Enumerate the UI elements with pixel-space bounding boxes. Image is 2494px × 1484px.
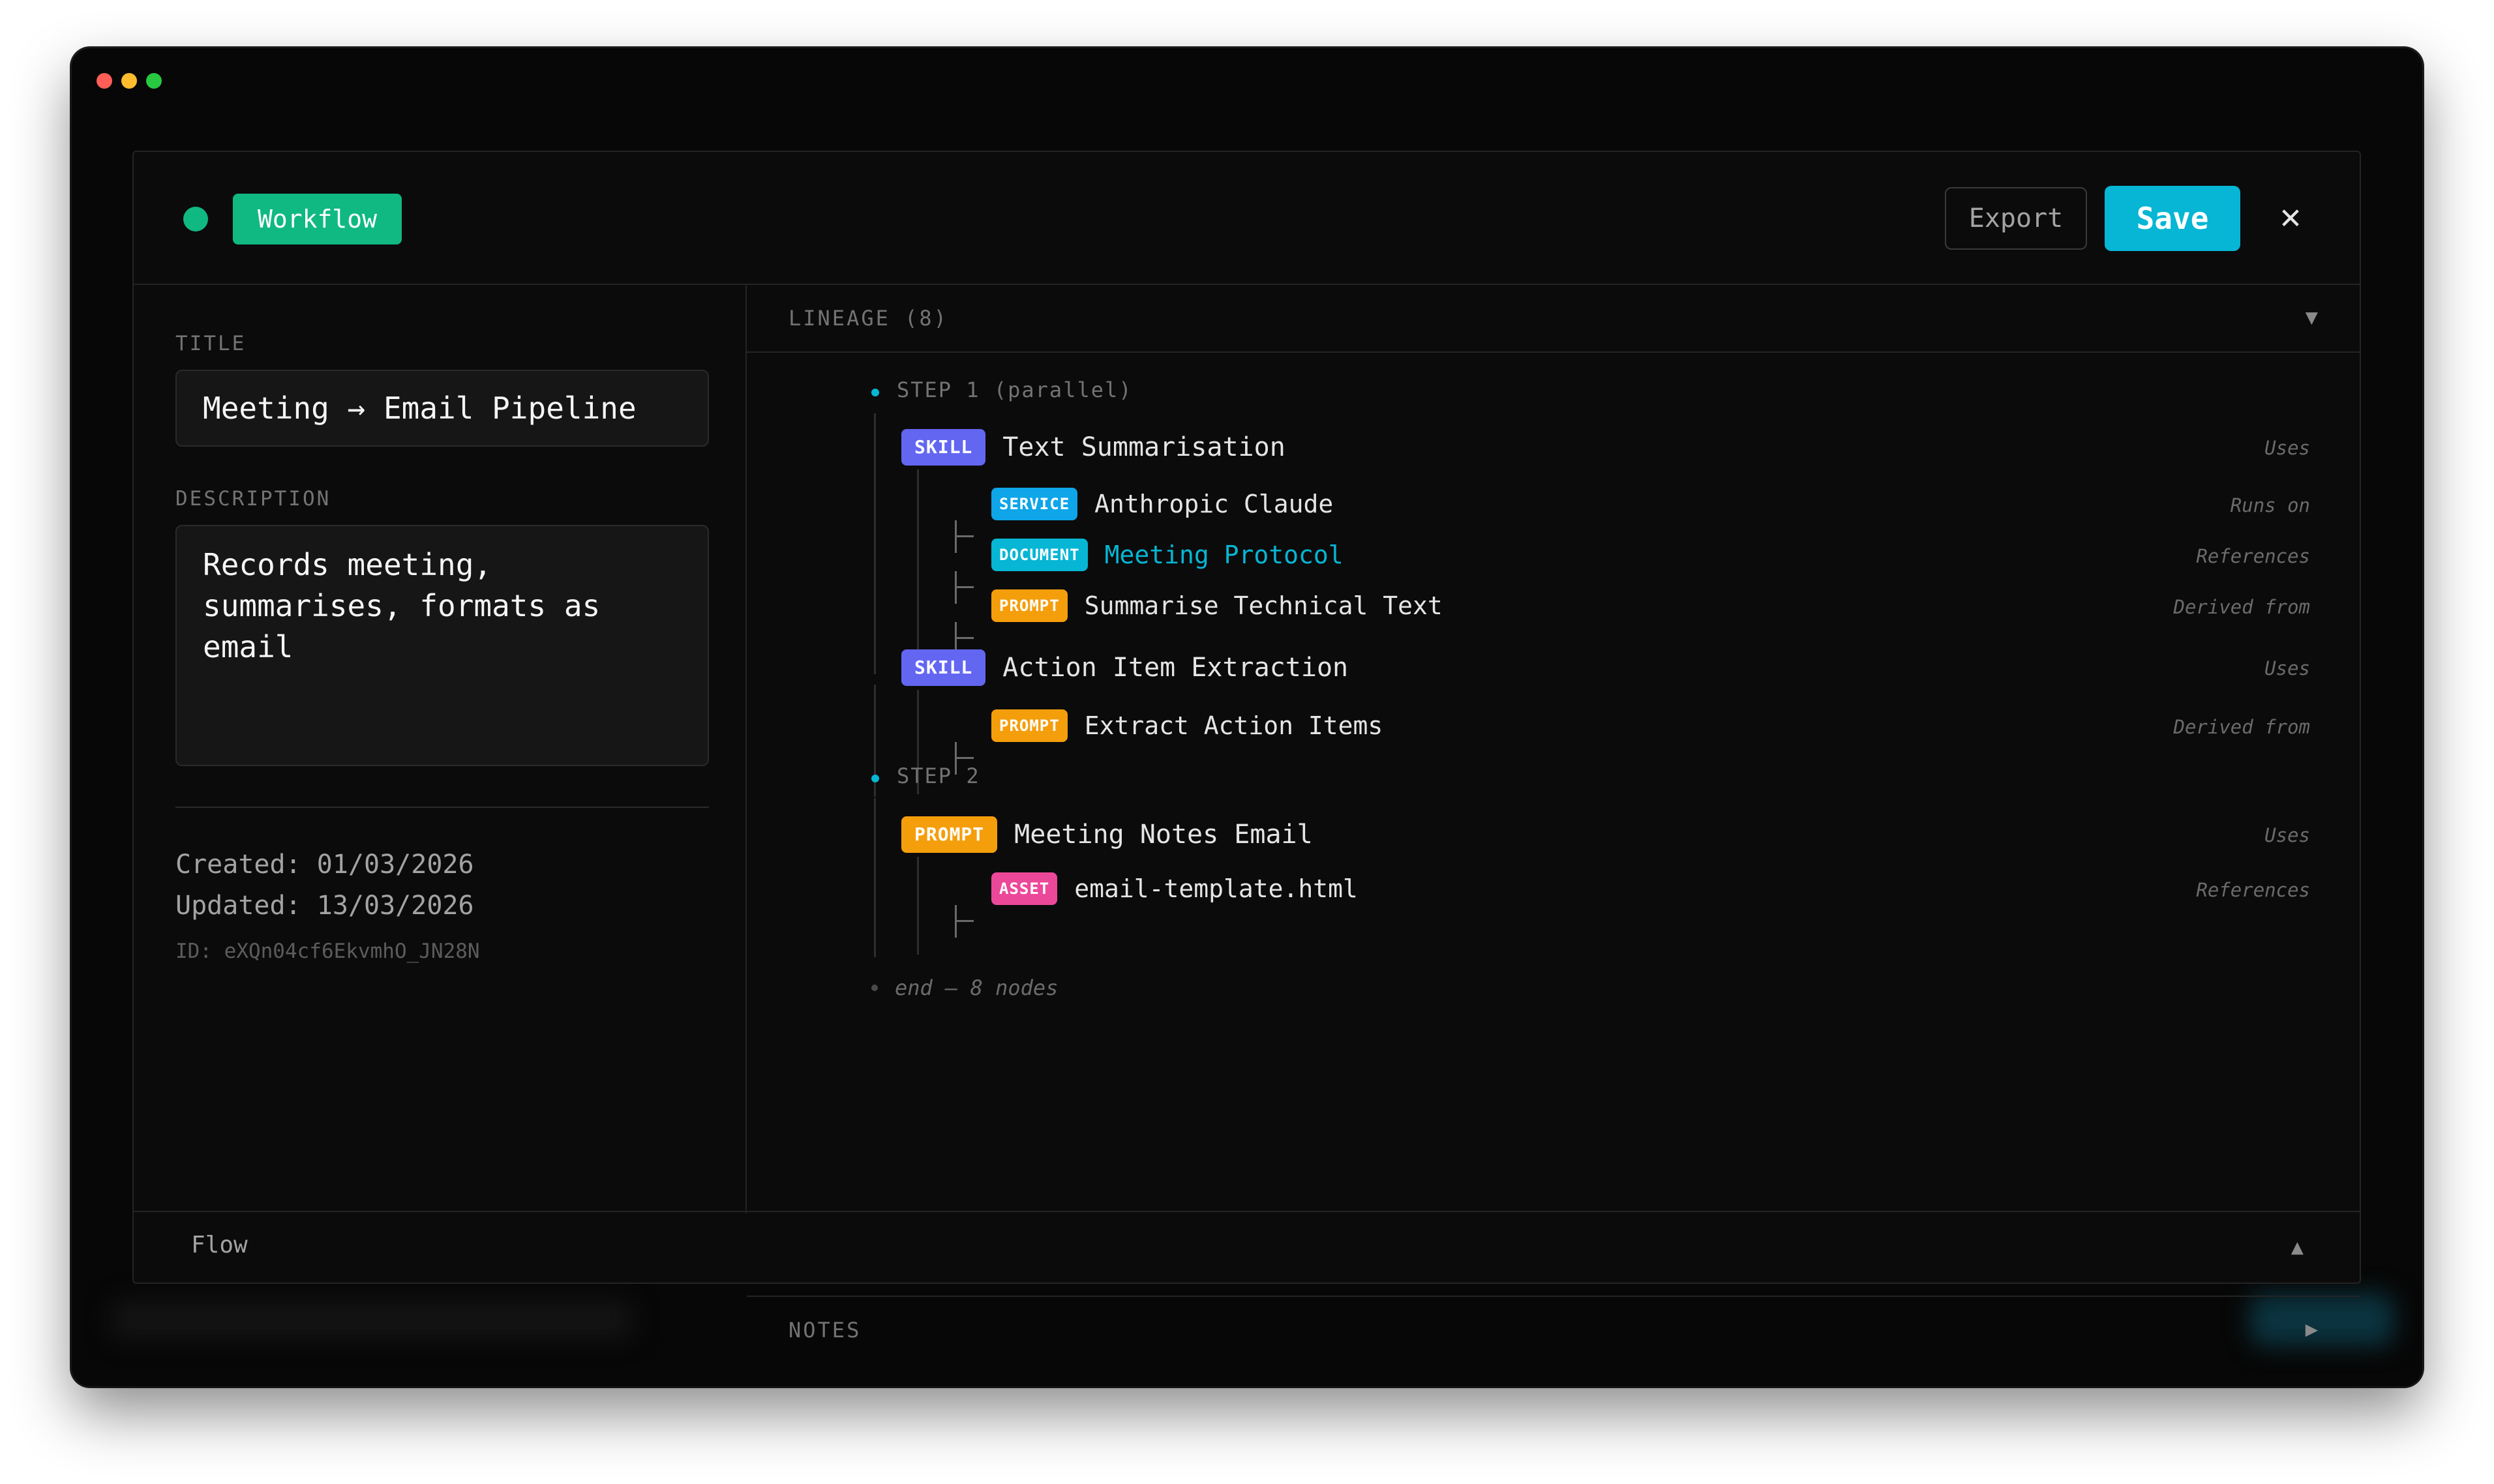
node-name: email-template.html [1074,874,1358,903]
flow-bar[interactable]: Flow ▲ [134,1211,2360,1283]
title-field[interactable]: Meeting → Email Pipeline [175,370,709,447]
minimize-window-icon[interactable] [121,73,137,89]
relation-label: References [2196,545,2310,567]
tree-node[interactable]: SKILL Text Summarisation [901,429,1285,466]
description-label: DESCRIPTION [175,487,331,511]
tree-node[interactable]: PROMPT Extract Action Items [991,709,1383,742]
relation-label: References [2196,879,2310,901]
branch-connector [955,905,974,938]
node-name: Action Item Extraction [1002,653,1349,683]
lineage-end: end — 8 nodes [871,975,1058,1000]
lineage-pane: LINEAGE (8) ▼ NOTES ▶ [747,285,2360,1343]
node-name: Extract Action Items [1084,711,1383,740]
node-type-tag: ASSET [991,872,1058,905]
created-date: Created: 01/03/2026 [175,850,474,880]
node-type-tag: SKILL [901,649,986,686]
notes-title: NOTES [789,1318,862,1343]
updated-date: Updated: 13/03/2026 [175,891,474,921]
relation-label: Derived from [2173,596,2310,618]
expand-caret-icon[interactable]: ▶ [2306,1316,2318,1341]
branch-connector [955,571,974,604]
relation-label: Runs on [2230,494,2310,516]
type-badge: Workflow [233,194,402,245]
flow-label: Flow [191,1232,248,1258]
modal-header: Workflow Export Save ✕ [134,152,2360,285]
step-label: STEP 1 (parallel) [897,378,1133,402]
close-icon[interactable]: ✕ [2268,194,2313,239]
tree-line [917,857,919,955]
tree-node[interactable]: DOCUMENT Meeting Protocol [991,539,1344,571]
node-name: Summarise Technical Text [1084,591,1443,620]
step-dot [871,389,879,396]
tree-node[interactable]: SERVICE Anthropic Claude [991,488,1333,520]
lineage-header[interactable]: LINEAGE (8) ▼ [747,285,2360,353]
description-field[interactable]: Records meeting, summarises, formats as … [175,525,709,766]
notes-header[interactable]: NOTES ▶ [747,1296,2360,1363]
export-button[interactable]: Export [1945,187,2087,250]
node-name: Meeting Notes Email [1014,820,1313,850]
tree-line [874,413,876,674]
node-type-tag: SKILL [901,429,986,466]
step-dot [871,775,879,782]
close-window-icon[interactable] [97,73,112,89]
tree-line [917,469,919,672]
save-button[interactable]: Save [2105,186,2240,251]
background-blur [111,1300,633,1339]
node-name: Text Summarisation [1002,432,1285,462]
relation-label: Uses [2264,824,2310,846]
branch-connector [955,520,974,553]
status-indicator [183,207,208,231]
tree-node[interactable]: PROMPT Summarise Technical Text [991,589,1443,622]
item-id: ID: eXQn04cf6EkvmhO_JN28N [175,940,480,963]
tree-line [874,798,876,957]
tree-node[interactable]: ASSET email-template.html [991,872,1358,905]
tree-node[interactable]: PROMPT Meeting Notes Email [901,816,1313,853]
divider [175,807,709,808]
node-type-tag: DOCUMENT [991,539,1088,571]
node-name-link[interactable]: Meeting Protocol [1105,541,1344,569]
node-type-tag: PROMPT [901,816,998,853]
relation-label: Derived from [2173,716,2310,738]
app-window: Workflow Export Save ✕ TITLE Meeting → E… [72,48,2422,1386]
lineage-title: LINEAGE (8) [789,306,948,331]
collapse-caret-icon[interactable]: ▼ [2306,304,2318,329]
end-dot [871,985,878,991]
relation-label: Uses [2264,657,2310,679]
node-name: Anthropic Claude [1094,490,1334,518]
step-label: STEP 2 [897,764,980,788]
window-controls [97,73,162,89]
node-type-tag: PROMPT [991,709,1068,742]
maximize-window-icon[interactable] [146,73,162,89]
node-type-tag: PROMPT [991,589,1068,622]
title-label: TITLE [175,332,247,355]
relation-label: Uses [2264,437,2310,459]
details-pane: TITLE Meeting → Email Pipeline DESCRIPTI… [134,285,747,1213]
tree-node[interactable]: SKILL Action Item Extraction [901,649,1348,686]
expand-up-icon[interactable]: ▲ [2291,1234,2304,1259]
end-text: end — 8 nodes [895,975,1059,1000]
node-type-tag: SERVICE [991,488,1078,520]
